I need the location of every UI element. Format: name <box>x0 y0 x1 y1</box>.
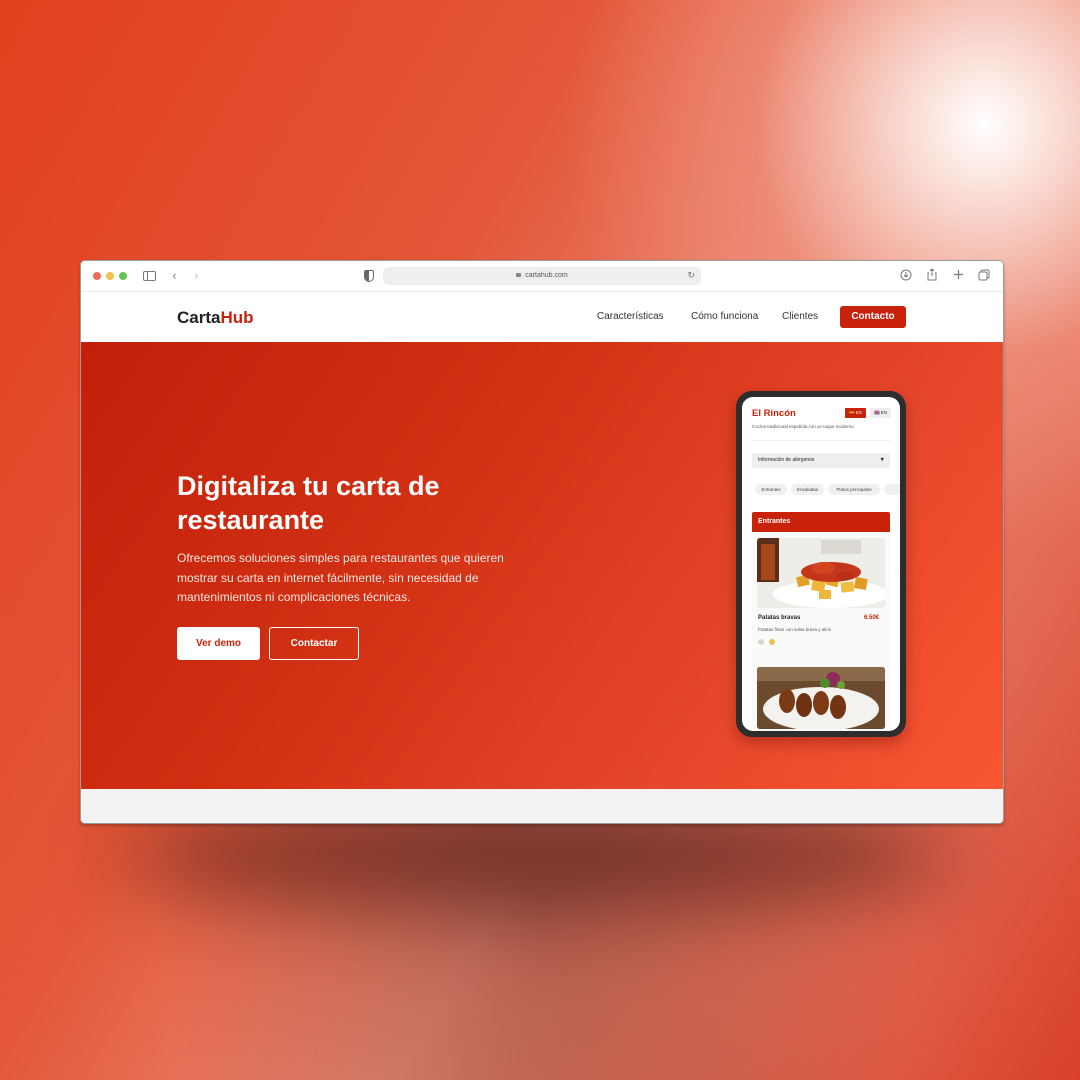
divider <box>752 440 890 441</box>
allergen-dropdown[interactable]: Información de alérgenos ▼ <box>752 453 890 468</box>
url-text: cartahub.com <box>525 272 568 279</box>
site-logo[interactable]: CartaHub <box>177 308 254 328</box>
restaurant-tagline: Cocina tradicional española con un toque… <box>752 424 854 429</box>
gluten-allergen-icon <box>769 639 775 645</box>
site-header: CartaHub Características Cómo funciona C… <box>81 292 1003 342</box>
privacy-shield-icon[interactable] <box>364 270 374 282</box>
new-tab-icon[interactable] <box>953 269 964 280</box>
logo-text-carta: Carta <box>177 308 221 327</box>
section-header: Entrantes <box>752 512 890 532</box>
hero-description: Ofrecemos soluciones simples para restau… <box>177 551 504 604</box>
back-icon[interactable]: ‹ <box>172 268 177 284</box>
sidebar-icon[interactable] <box>143 271 156 281</box>
caret-down-icon: ▼ <box>879 457 885 463</box>
dish-price: 6.50€ <box>864 615 880 621</box>
tab-overview-icon[interactable] <box>978 269 990 281</box>
address-bar[interactable]: cartahub.com ↻ <box>383 267 701 285</box>
phone-screen: El Rincón 🇪🇸 ES 🇬🇧 EN Cocina tradicional… <box>742 397 900 731</box>
category-chip[interactable]: Platos principales <box>828 484 880 495</box>
reload-icon[interactable]: ↻ <box>687 271 695 281</box>
nav-link-features[interactable]: Características <box>597 311 664 322</box>
phone-mockup: El Rincón 🇪🇸 ES 🇬🇧 EN Cocina tradicional… <box>736 391 906 737</box>
download-icon[interactable] <box>900 269 912 281</box>
share-icon[interactable] <box>926 268 938 281</box>
hero-section: Digitaliza tu carta de restaurante Ofrec… <box>81 342 1003 789</box>
logo-text-hub: Hub <box>220 308 254 327</box>
view-demo-button[interactable]: Ver demo <box>177 627 260 660</box>
lock-icon <box>516 273 522 277</box>
minimize-window-button[interactable] <box>106 272 114 280</box>
restaurant-name: El Rincón <box>752 408 796 419</box>
dish-name: Patatas bravas <box>758 615 801 621</box>
lang-es-button[interactable]: 🇪🇸 ES <box>845 408 866 418</box>
dish-photo-patatas-bravas[interactable] <box>757 538 885 608</box>
egg-allergen-icon <box>758 639 764 645</box>
nav-link-how-it-works[interactable]: Cómo funciona <box>691 311 758 322</box>
category-chip-partial[interactable] <box>884 484 900 495</box>
dish-photo-croquetas[interactable] <box>757 667 885 729</box>
section-title: Entrantes <box>758 518 791 525</box>
zoom-window-button[interactable] <box>119 272 127 280</box>
category-chip[interactable]: Ensaladas <box>791 484 824 495</box>
lang-en-button[interactable]: 🇬🇧 EN <box>870 408 891 418</box>
hero-title: Digitaliza tu carta de restaurante <box>177 471 440 535</box>
browser-toolbar: ‹ › cartahub.com ↻ <box>81 261 1003 292</box>
nav-link-clients[interactable]: Clientes <box>782 311 818 322</box>
dish-description: Patatas fritas con salsa brava y alioli <box>758 627 831 632</box>
forward-icon[interactable]: › <box>194 268 199 284</box>
allergen-label: Información de alérgenos <box>758 457 815 463</box>
next-section-strip <box>81 789 1003 823</box>
contact-button[interactable]: Contactar <box>269 627 359 660</box>
close-window-button[interactable] <box>93 272 101 280</box>
nav-contact-button[interactable]: Contacto <box>840 306 906 328</box>
category-chip[interactable]: Entrantes <box>755 484 787 495</box>
browser-window: ‹ › cartahub.com ↻ CartaHub Característi… <box>80 260 1004 824</box>
